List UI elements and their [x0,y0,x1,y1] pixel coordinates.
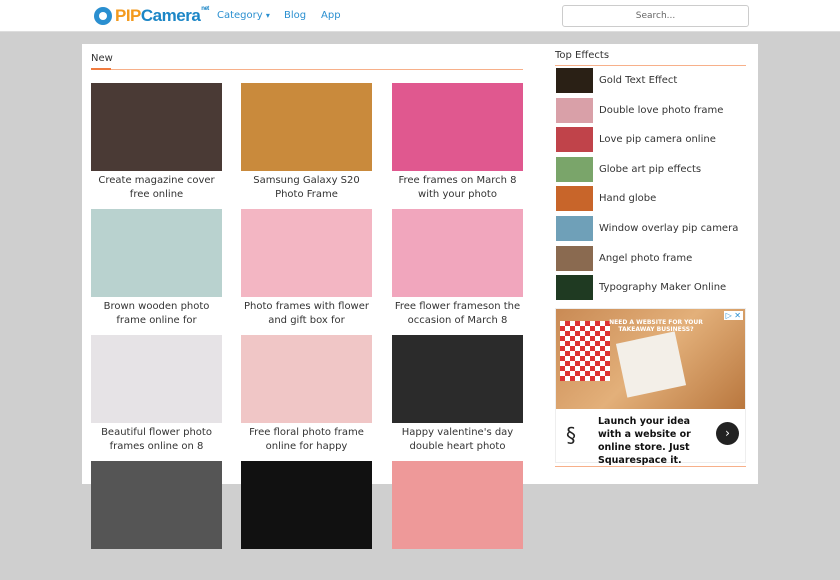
top-effect-label[interactable]: Gold Text Effect [599,75,677,86]
ad-headline: NEED A WEBSITE FOR YOUR TAKEAWAY BUSINES… [609,319,703,333]
top-effect-thumbnail[interactable] [556,216,593,241]
ad-arrow-button[interactable]: › [716,422,739,445]
effect-card[interactable]: Samsung Galaxy S20 Photo Frame [241,83,372,202]
sidebar-divider [555,65,746,66]
pizza-box-image [615,331,687,398]
ad-text: Launch your idea with a website or onlin… [598,416,691,466]
top-effect-item[interactable]: Love pip camera online [556,127,716,153]
nav-blog[interactable]: Blog [284,10,306,21]
top-effect-label[interactable]: Hand globe [599,193,656,204]
top-effect-label[interactable]: Window overlay pip camera [599,223,738,234]
nav-category-label: Category [217,10,263,21]
ad-divider [555,466,746,467]
top-navbar: PIP Camera net Category ▾ Blog App Searc… [0,0,840,32]
top-effect-item[interactable]: Double love photo frame [556,97,723,123]
effect-card[interactable]: Photo frames with flower and gift box fo… [241,209,372,328]
top-effect-item[interactable]: Angel photo frame [556,245,692,271]
effect-thumbnail[interactable] [91,209,222,297]
section-title-new: New [91,53,113,64]
effect-caption[interactable]: Free flower frameson the occasion of Mar… [392,300,523,328]
effect-caption[interactable] [241,552,372,580]
effect-card[interactable]: Brown wooden photo frame online for [91,209,222,328]
effect-caption[interactable] [91,552,222,580]
squarespace-logo-icon: § [566,423,576,447]
effect-thumbnail[interactable] [241,83,372,171]
effect-thumbnail[interactable] [241,209,372,297]
search-input[interactable]: Search... [562,5,749,27]
top-effect-label[interactable]: Typography Maker Online [599,282,726,293]
effect-caption[interactable] [392,552,523,580]
top-effect-item[interactable]: Gold Text Effect [556,68,677,93]
top-effect-thumbnail[interactable] [556,68,593,93]
top-effect-thumbnail[interactable] [556,275,593,301]
effect-caption[interactable]: Create magazine cover free online [91,174,222,202]
effect-card[interactable]: Happy valentine's day double heart photo [392,335,523,454]
logo-pip: PIP [115,6,141,25]
logo-camera: Camera [140,6,201,25]
effect-caption[interactable]: Beautiful flower photo frames online on … [91,426,222,454]
top-effect-item[interactable]: Typography Maker Online [556,275,726,301]
effect-thumbnail[interactable] [392,335,523,423]
caret-down-icon: ▾ [265,11,270,20]
advertisement[interactable]: NEED A WEBSITE FOR YOUR TAKEAWAY BUSINES… [555,308,746,466]
effect-caption[interactable]: Photo frames with flower and gift box fo… [241,300,372,328]
top-effects-title: Top Effects [555,50,610,61]
effect-card[interactable]: Beautiful flower photo frames online on … [91,335,222,454]
effect-thumbnail[interactable] [241,461,372,549]
effect-card[interactable] [241,461,372,580]
effect-caption[interactable]: Samsung Galaxy S20 Photo Frame [241,174,372,202]
effect-card[interactable]: Free flower frameson the occasion of Mar… [392,209,523,328]
section-accent [91,68,111,70]
section-divider [91,69,523,70]
top-effect-thumbnail[interactable] [556,97,593,123]
top-effect-thumbnail[interactable] [556,156,593,182]
effect-thumbnail[interactable] [392,83,523,171]
site-logo[interactable]: PIP Camera net [94,6,209,26]
effect-card[interactable] [91,461,222,580]
effect-thumbnail[interactable] [392,461,523,549]
effect-card[interactable]: Create magazine cover free online [91,83,222,202]
ad-close-icon[interactable]: ▷ ✕ [723,311,743,320]
effect-card[interactable]: Free frames on March 8 with your photo [392,83,523,202]
nav-category[interactable]: Category ▾ [217,10,270,21]
top-effect-item[interactable]: Window overlay pip camera [556,216,738,241]
nav-app[interactable]: App [321,10,341,21]
top-effect-label[interactable]: Globe art pip effects [599,164,701,175]
effect-thumbnail[interactable] [91,83,222,171]
top-effect-label[interactable]: Angel photo frame [599,253,692,264]
camera-shutter-icon [94,7,112,25]
logo-suffix: net [201,6,209,12]
top-effect-item[interactable]: Globe art pip effects [556,156,701,182]
ad-image: NEED A WEBSITE FOR YOUR TAKEAWAY BUSINES… [556,309,745,409]
effect-thumbnail[interactable] [392,209,523,297]
effect-thumbnail[interactable] [91,461,222,549]
top-effect-label[interactable]: Love pip camera online [599,134,716,145]
effect-card[interactable] [392,461,523,580]
effect-caption[interactable]: Happy valentine's day double heart photo [392,426,523,454]
top-effect-thumbnail[interactable] [556,127,593,153]
effect-thumbnail[interactable] [91,335,222,423]
top-effect-item[interactable]: Hand globe [556,186,656,212]
top-effect-thumbnail[interactable] [556,186,593,212]
effect-card[interactable]: Free floral photo frame online for happy [241,335,372,454]
effect-caption[interactable]: Free floral photo frame online for happy [241,426,372,454]
effect-caption[interactable]: Brown wooden photo frame online for [91,300,222,328]
top-effect-thumbnail[interactable] [556,245,593,271]
top-effect-label[interactable]: Double love photo frame [599,105,723,116]
effect-thumbnail[interactable] [241,335,372,423]
effect-caption[interactable]: Free frames on March 8 with your photo [392,174,523,202]
